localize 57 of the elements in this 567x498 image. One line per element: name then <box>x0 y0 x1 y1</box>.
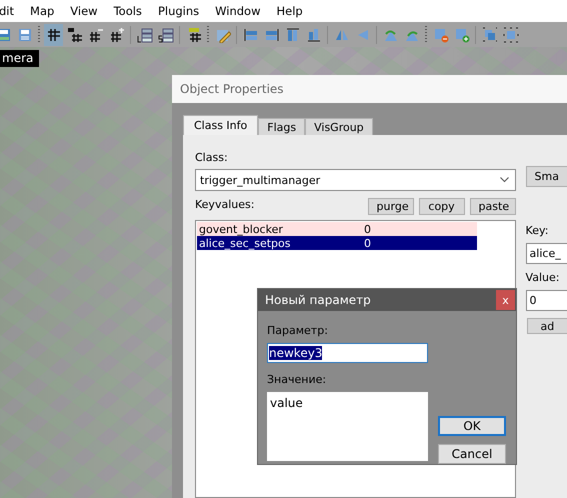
grid-plus-icon <box>108 26 124 42</box>
smartedit-button[interactable]: Sma <box>526 166 567 187</box>
value-field[interactable]: 0 <box>526 290 567 311</box>
parameter-field[interactable]: newkey3 <box>267 343 428 363</box>
grid-icon <box>46 26 62 42</box>
field-label: Key: <box>526 224 550 239</box>
menu-item[interactable]: Map <box>30 4 62 18</box>
grid-icon <box>66 26 82 42</box>
field-label: Значение: <box>267 373 328 388</box>
group-icon <box>482 26 498 42</box>
window-title: Object Properties <box>172 75 567 103</box>
dialog-button[interactable]: OK <box>438 416 506 436</box>
dialog-title: Новый параметр <box>265 293 371 307</box>
list-row[interactable]: govent_blocker 0 <box>197 222 477 236</box>
menu-item[interactable]: Plugins <box>158 4 208 18</box>
chevron-down-icon <box>500 177 509 183</box>
close-button[interactable]: x <box>496 290 515 310</box>
layers-icon <box>158 26 174 42</box>
grid-minus-icon <box>88 26 104 42</box>
value-text: 0 <box>364 236 371 250</box>
selection-icon <box>502 26 518 42</box>
grid-button[interactable] <box>44 24 63 46</box>
field-label: Параметр: <box>267 324 329 339</box>
floppy-icon <box>0 26 12 42</box>
tab[interactable]: VisGroup <box>305 118 373 135</box>
list-row[interactable]: alice_sec_setpos 0 <box>197 236 477 250</box>
toolbar-button[interactable]: copy <box>418 198 465 214</box>
dialog-button[interactable]: Cancel <box>438 444 506 464</box>
menu-item[interactable]: View <box>70 4 106 18</box>
layers-icon <box>136 26 152 42</box>
align-left-icon <box>242 26 258 42</box>
key-field[interactable]: alice_ <box>526 243 567 264</box>
toolbar-button[interactable]: paste <box>470 198 516 214</box>
menu-item[interactable]: Tools <box>114 4 150 18</box>
class-dropdown[interactable]: trigger_multimanager <box>195 169 516 191</box>
tab[interactable]: Flags <box>258 118 306 135</box>
value-textarea[interactable]: value <box>267 392 428 461</box>
key-text: alice_sec_setpos <box>198 236 292 250</box>
key-text: govent_blocker <box>198 222 284 236</box>
toolbar-button[interactable]: purge <box>368 198 414 214</box>
shape-minus-icon <box>432 26 448 42</box>
align-bottom-icon <box>306 26 322 42</box>
add-button[interactable]: ad <box>526 318 567 334</box>
field-label: Value: <box>526 271 560 286</box>
menu-item[interactable]: dit <box>0 4 22 18</box>
align-top-icon <box>284 26 300 42</box>
menu-item[interactable]: Help <box>276 4 311 18</box>
viewport-label: mera <box>0 50 40 67</box>
floppy-icon <box>16 26 32 42</box>
tab[interactable]: Class Info <box>183 115 258 135</box>
value-text: 0 <box>364 222 371 236</box>
dropdown-value: trigger_multimanager <box>200 174 320 186</box>
field-label: Keyvalues: <box>195 198 254 213</box>
shape-plus-icon <box>454 26 470 42</box>
field-label: Class: <box>195 151 229 166</box>
menu-item[interactable]: Window <box>215 4 268 18</box>
align-right-icon <box>264 26 280 42</box>
